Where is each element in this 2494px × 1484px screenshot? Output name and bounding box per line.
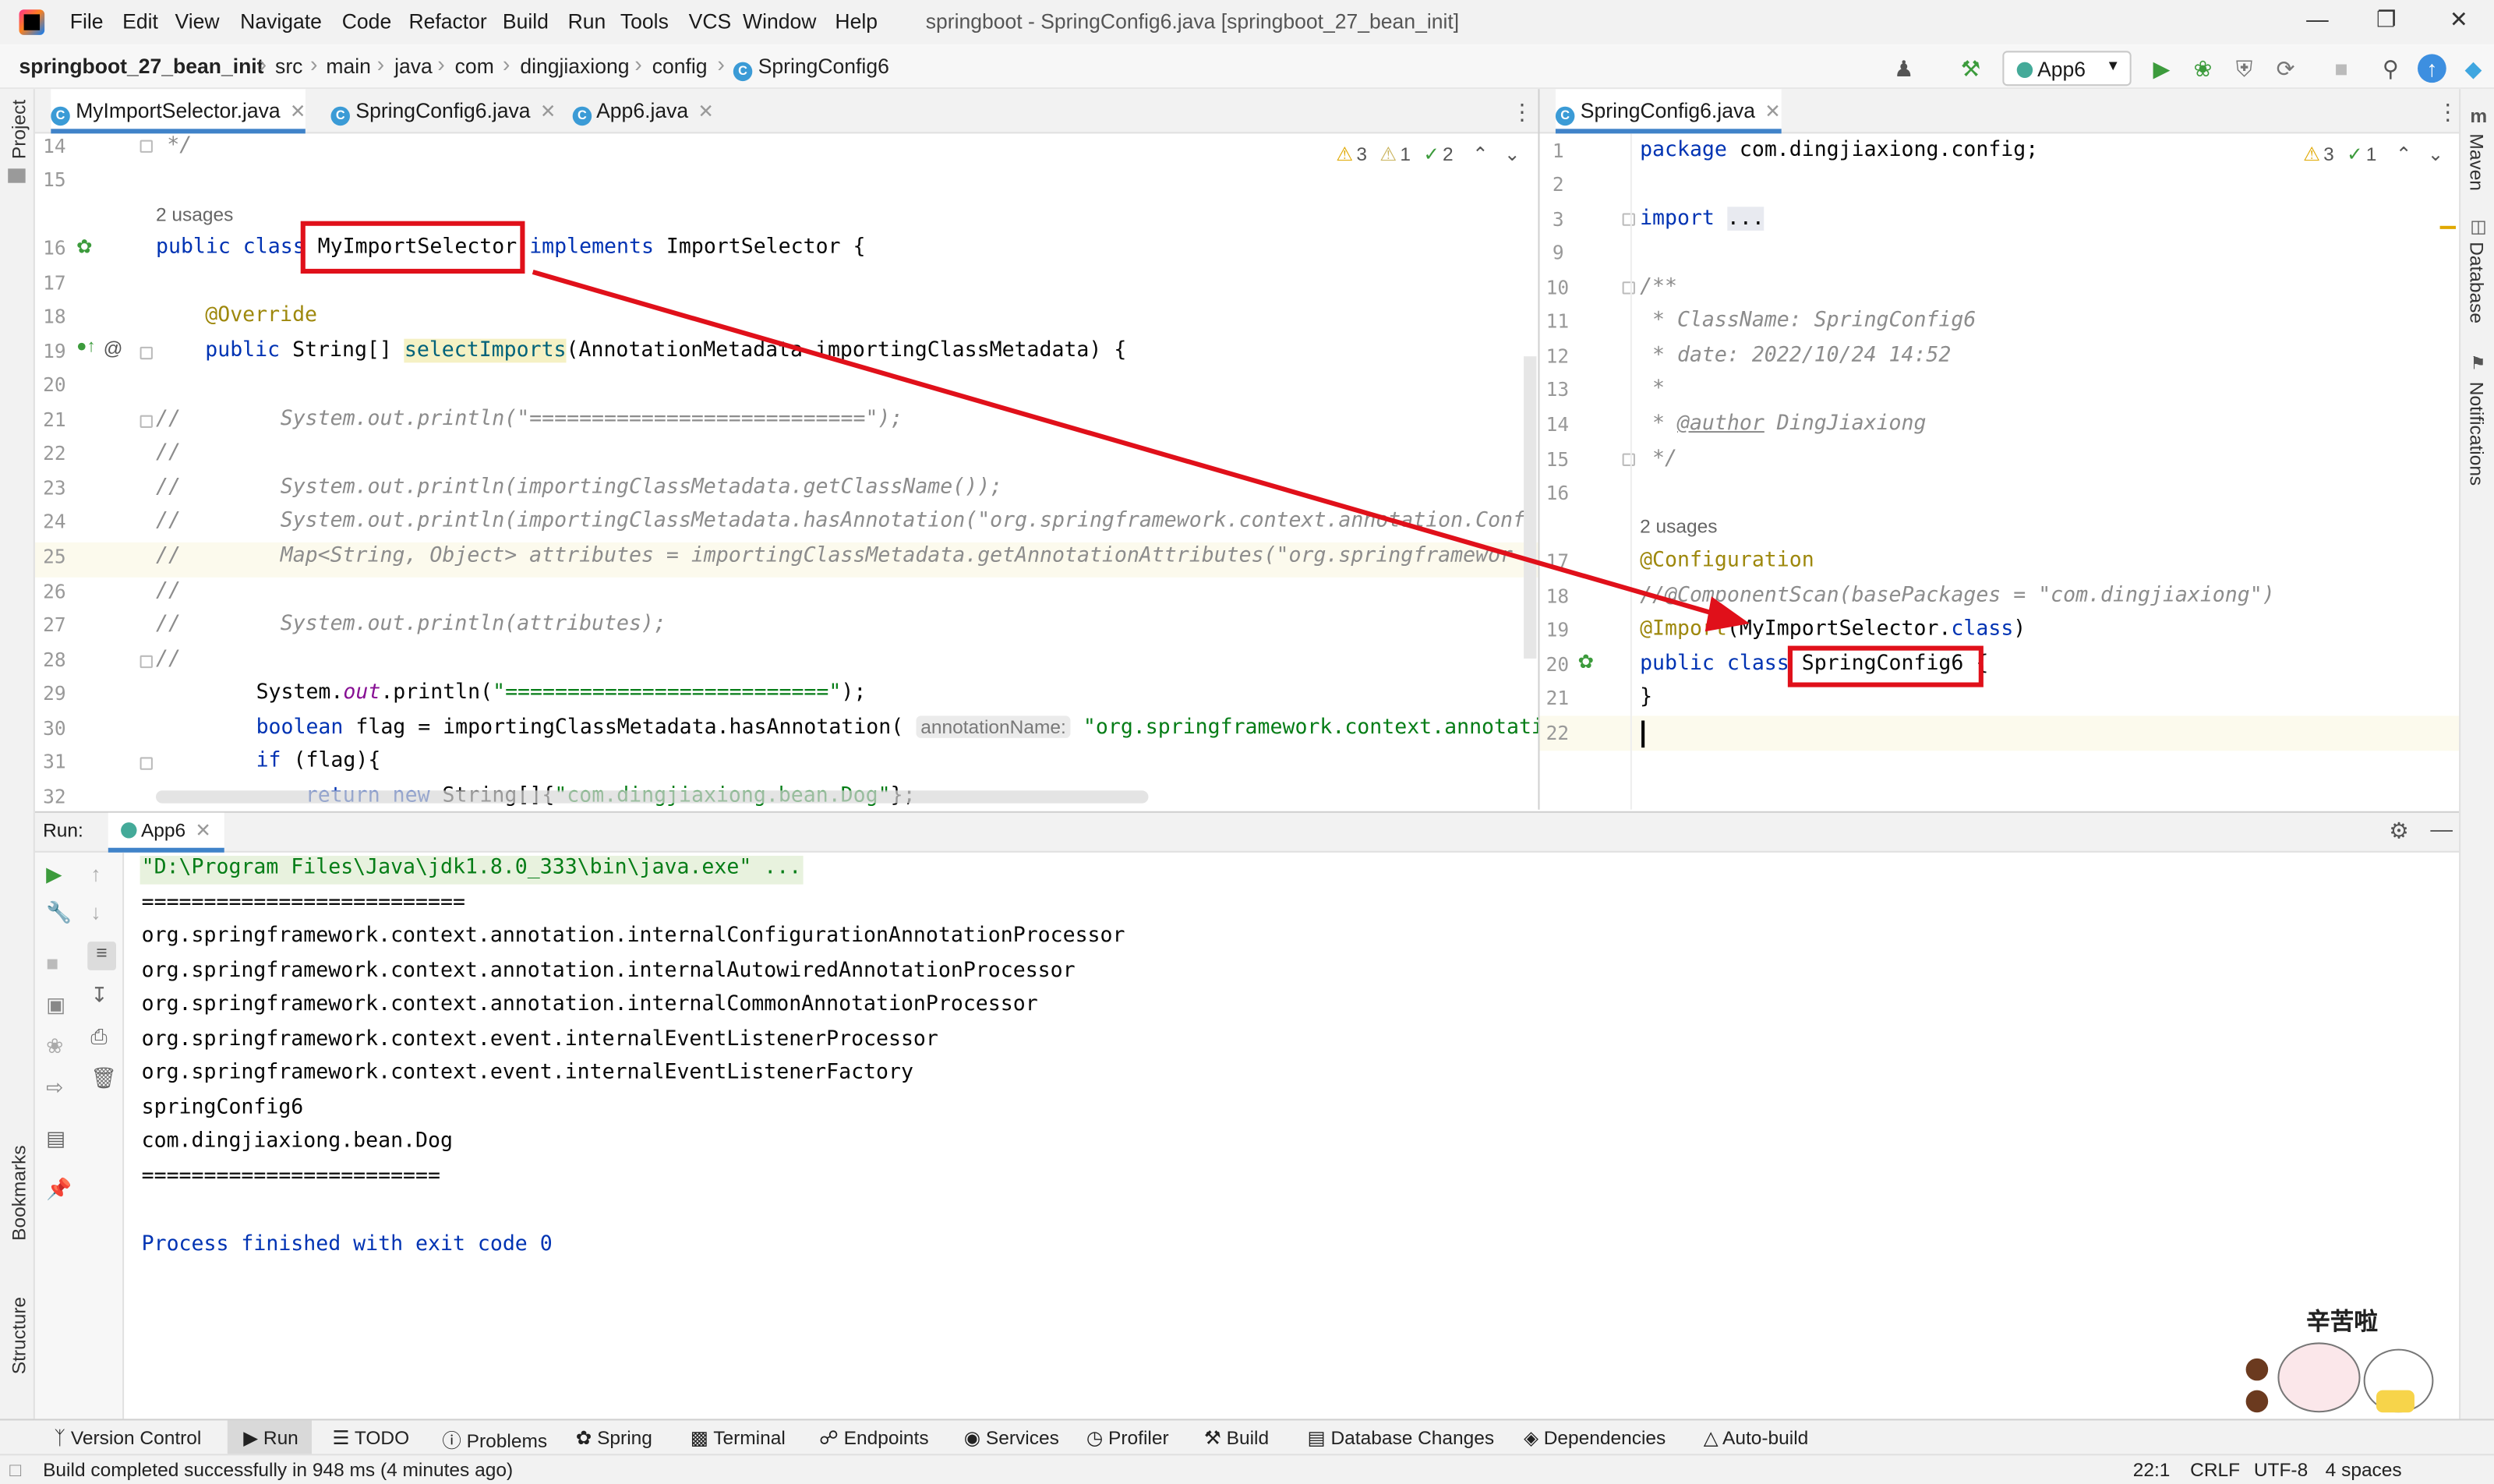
annotation-arrow xyxy=(532,270,1750,632)
arrow-line xyxy=(532,270,1722,618)
arrow-head-icon xyxy=(1704,596,1750,632)
